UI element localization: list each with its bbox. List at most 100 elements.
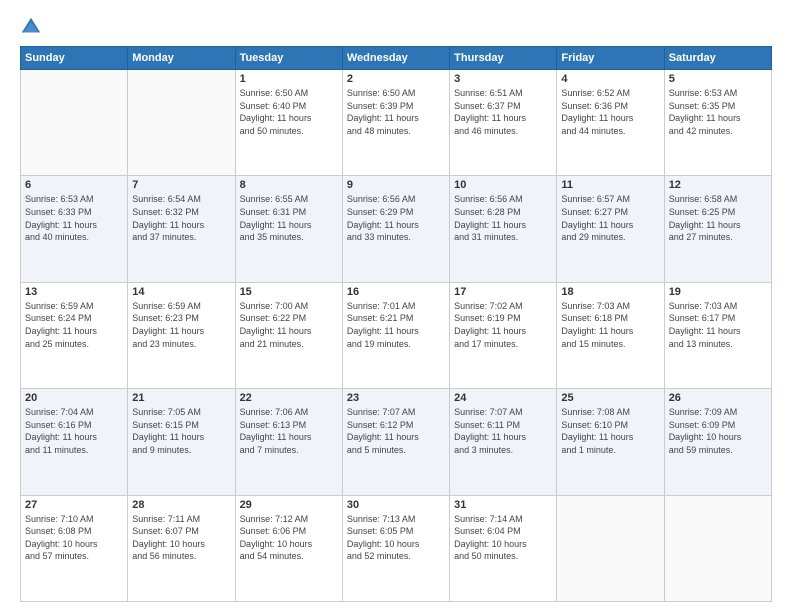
calendar-day-cell: 8 Sunrise: 6:55 AM Sunset: 6:31 PM Daylig…: [235, 176, 342, 282]
day-number: 10: [454, 179, 552, 191]
day-info: Sunrise: 6:59 AM Sunset: 6:23 PM Dayligh…: [132, 300, 230, 350]
day-number: 22: [240, 392, 338, 404]
day-info: Sunrise: 7:01 AM Sunset: 6:21 PM Dayligh…: [347, 300, 445, 350]
day-number: 3: [454, 73, 552, 85]
day-info: Sunrise: 7:11 AM Sunset: 6:07 PM Dayligh…: [132, 513, 230, 563]
day-info: Sunrise: 7:07 AM Sunset: 6:11 PM Dayligh…: [454, 406, 552, 456]
calendar-day-cell: 18 Sunrise: 7:03 AM Sunset: 6:18 PM Dayli…: [557, 282, 664, 388]
calendar-day-cell: 28 Sunrise: 7:11 AM Sunset: 6:07 PM Dayli…: [128, 495, 235, 601]
calendar-week-row: 1 Sunrise: 6:50 AM Sunset: 6:40 PM Daylig…: [21, 70, 772, 176]
calendar-day-cell: 30 Sunrise: 7:13 AM Sunset: 6:05 PM Dayli…: [342, 495, 449, 601]
calendar-week-row: 20 Sunrise: 7:04 AM Sunset: 6:16 PM Dayli…: [21, 389, 772, 495]
day-number: 6: [25, 179, 123, 191]
calendar-day-cell: 27 Sunrise: 7:10 AM Sunset: 6:08 PM Dayli…: [21, 495, 128, 601]
logo: [20, 16, 46, 38]
day-number: 8: [240, 179, 338, 191]
calendar-day-cell: 4 Sunrise: 6:52 AM Sunset: 6:36 PM Daylig…: [557, 70, 664, 176]
day-info: Sunrise: 7:13 AM Sunset: 6:05 PM Dayligh…: [347, 513, 445, 563]
day-info: Sunrise: 6:51 AM Sunset: 6:37 PM Dayligh…: [454, 87, 552, 137]
day-number: 31: [454, 499, 552, 511]
day-info: Sunrise: 6:55 AM Sunset: 6:31 PM Dayligh…: [240, 193, 338, 243]
day-number: 29: [240, 499, 338, 511]
calendar-day-cell: 14 Sunrise: 6:59 AM Sunset: 6:23 PM Dayli…: [128, 282, 235, 388]
calendar-day-cell: 16 Sunrise: 7:01 AM Sunset: 6:21 PM Dayli…: [342, 282, 449, 388]
day-info: Sunrise: 7:12 AM Sunset: 6:06 PM Dayligh…: [240, 513, 338, 563]
day-info: Sunrise: 6:56 AM Sunset: 6:29 PM Dayligh…: [347, 193, 445, 243]
calendar-week-row: 6 Sunrise: 6:53 AM Sunset: 6:33 PM Daylig…: [21, 176, 772, 282]
day-number: 20: [25, 392, 123, 404]
day-number: 12: [669, 179, 767, 191]
weekday-header-row: SundayMondayTuesdayWednesdayThursdayFrid…: [21, 47, 772, 70]
day-number: 26: [669, 392, 767, 404]
calendar-day-cell: 5 Sunrise: 6:53 AM Sunset: 6:35 PM Daylig…: [664, 70, 771, 176]
day-number: 14: [132, 286, 230, 298]
day-number: 23: [347, 392, 445, 404]
day-number: 24: [454, 392, 552, 404]
day-number: 13: [25, 286, 123, 298]
calendar-day-cell: 26 Sunrise: 7:09 AM Sunset: 6:09 PM Dayli…: [664, 389, 771, 495]
day-number: 4: [561, 73, 659, 85]
weekday-header-friday: Friday: [557, 47, 664, 70]
day-info: Sunrise: 6:53 AM Sunset: 6:33 PM Dayligh…: [25, 193, 123, 243]
calendar-day-cell: [21, 70, 128, 176]
day-number: 7: [132, 179, 230, 191]
day-info: Sunrise: 6:50 AM Sunset: 6:40 PM Dayligh…: [240, 87, 338, 137]
day-info: Sunrise: 7:14 AM Sunset: 6:04 PM Dayligh…: [454, 513, 552, 563]
calendar-day-cell: 11 Sunrise: 6:57 AM Sunset: 6:27 PM Dayli…: [557, 176, 664, 282]
calendar-day-cell: 23 Sunrise: 7:07 AM Sunset: 6:12 PM Dayli…: [342, 389, 449, 495]
day-number: 27: [25, 499, 123, 511]
day-number: 5: [669, 73, 767, 85]
day-info: Sunrise: 7:03 AM Sunset: 6:17 PM Dayligh…: [669, 300, 767, 350]
day-number: 18: [561, 286, 659, 298]
day-number: 11: [561, 179, 659, 191]
calendar-week-row: 13 Sunrise: 6:59 AM Sunset: 6:24 PM Dayli…: [21, 282, 772, 388]
page: SundayMondayTuesdayWednesdayThursdayFrid…: [0, 0, 792, 612]
calendar-day-cell: 31 Sunrise: 7:14 AM Sunset: 6:04 PM Dayli…: [450, 495, 557, 601]
day-number: 16: [347, 286, 445, 298]
day-info: Sunrise: 7:07 AM Sunset: 6:12 PM Dayligh…: [347, 406, 445, 456]
calendar-day-cell: 25 Sunrise: 7:08 AM Sunset: 6:10 PM Dayli…: [557, 389, 664, 495]
day-info: Sunrise: 6:56 AM Sunset: 6:28 PM Dayligh…: [454, 193, 552, 243]
day-number: 9: [347, 179, 445, 191]
calendar-day-cell: 24 Sunrise: 7:07 AM Sunset: 6:11 PM Dayli…: [450, 389, 557, 495]
weekday-header-monday: Monday: [128, 47, 235, 70]
day-number: 2: [347, 73, 445, 85]
day-info: Sunrise: 6:52 AM Sunset: 6:36 PM Dayligh…: [561, 87, 659, 137]
calendar-day-cell: 10 Sunrise: 6:56 AM Sunset: 6:28 PM Dayli…: [450, 176, 557, 282]
calendar-day-cell: [557, 495, 664, 601]
day-info: Sunrise: 7:08 AM Sunset: 6:10 PM Dayligh…: [561, 406, 659, 456]
weekday-header-thursday: Thursday: [450, 47, 557, 70]
weekday-header-sunday: Sunday: [21, 47, 128, 70]
calendar-day-cell: 29 Sunrise: 7:12 AM Sunset: 6:06 PM Dayli…: [235, 495, 342, 601]
day-number: 25: [561, 392, 659, 404]
calendar-day-cell: [128, 70, 235, 176]
weekday-header-wednesday: Wednesday: [342, 47, 449, 70]
day-number: 1: [240, 73, 338, 85]
day-info: Sunrise: 7:04 AM Sunset: 6:16 PM Dayligh…: [25, 406, 123, 456]
weekday-header-tuesday: Tuesday: [235, 47, 342, 70]
logo-icon: [20, 16, 42, 38]
calendar-day-cell: 21 Sunrise: 7:05 AM Sunset: 6:15 PM Dayli…: [128, 389, 235, 495]
day-info: Sunrise: 6:54 AM Sunset: 6:32 PM Dayligh…: [132, 193, 230, 243]
day-info: Sunrise: 7:10 AM Sunset: 6:08 PM Dayligh…: [25, 513, 123, 563]
day-number: 21: [132, 392, 230, 404]
day-info: Sunrise: 7:05 AM Sunset: 6:15 PM Dayligh…: [132, 406, 230, 456]
calendar-day-cell: 15Sunrise: 7:00 AM Sunset: 6:22 PM Dayli…: [235, 282, 342, 388]
day-number: 30: [347, 499, 445, 511]
calendar-day-cell: 13 Sunrise: 6:59 AM Sunset: 6:24 PM Dayli…: [21, 282, 128, 388]
calendar-day-cell: 20 Sunrise: 7:04 AM Sunset: 6:16 PM Dayli…: [21, 389, 128, 495]
calendar-day-cell: 3 Sunrise: 6:51 AM Sunset: 6:37 PM Daylig…: [450, 70, 557, 176]
calendar-day-cell: 12Sunrise: 6:58 AM Sunset: 6:25 PM Dayli…: [664, 176, 771, 282]
calendar-week-row: 27 Sunrise: 7:10 AM Sunset: 6:08 PM Dayli…: [21, 495, 772, 601]
day-info: Sunrise: 6:50 AM Sunset: 6:39 PM Dayligh…: [347, 87, 445, 137]
calendar-day-cell: [664, 495, 771, 601]
day-info: Sunrise: 6:57 AM Sunset: 6:27 PM Dayligh…: [561, 193, 659, 243]
calendar-day-cell: 22Sunrise: 7:06 AM Sunset: 6:13 PM Dayli…: [235, 389, 342, 495]
day-info: Sunrise: 6:53 AM Sunset: 6:35 PM Dayligh…: [669, 87, 767, 137]
day-info: Sunrise: 6:59 AM Sunset: 6:24 PM Dayligh…: [25, 300, 123, 350]
day-info: Sunrise: 7:09 AM Sunset: 6:09 PM Dayligh…: [669, 406, 767, 456]
day-info: Sunrise: 7:02 AM Sunset: 6:19 PM Dayligh…: [454, 300, 552, 350]
day-info: Sunrise: 7:03 AM Sunset: 6:18 PM Dayligh…: [561, 300, 659, 350]
calendar-day-cell: 17Sunrise: 7:02 AM Sunset: 6:19 PM Dayli…: [450, 282, 557, 388]
day-number: 28: [132, 499, 230, 511]
